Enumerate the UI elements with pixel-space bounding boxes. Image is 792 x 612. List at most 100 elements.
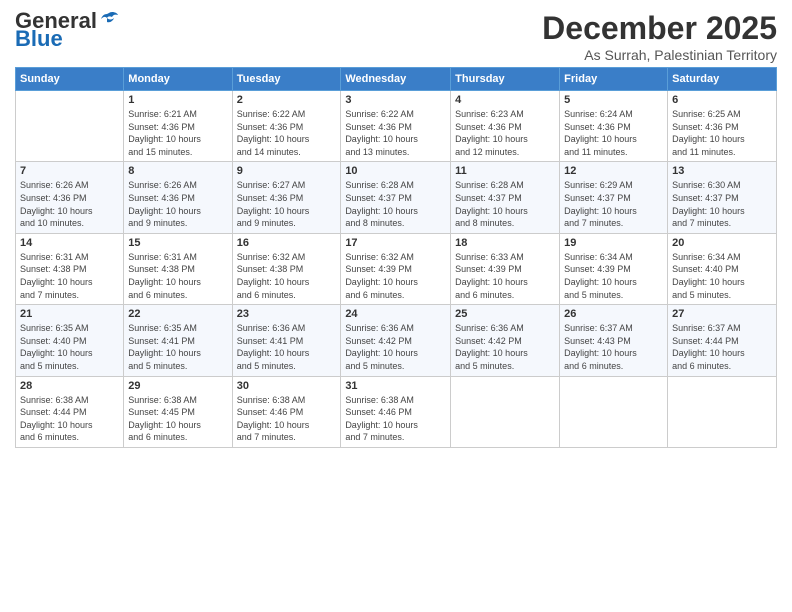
day-number: 17 <box>345 237 446 249</box>
calendar-weekday-header: Saturday <box>668 68 777 91</box>
day-info: Sunrise: 6:31 AM Sunset: 4:38 PM Dayligh… <box>128 251 227 301</box>
header: General Blue December 2025 As Surrah, Pa… <box>15 10 777 63</box>
calendar-day-cell: 2 Sunrise: 6:22 AM Sunset: 4:36 PM Daylig… <box>232 91 341 162</box>
day-number: 23 <box>237 308 337 320</box>
day-number: 9 <box>237 165 337 177</box>
day-info: Sunrise: 6:34 AM Sunset: 4:40 PM Dayligh… <box>672 251 772 301</box>
logo: General Blue <box>15 10 119 50</box>
calendar-day-cell: 13 Sunrise: 6:30 AM Sunset: 4:37 PM Dayli… <box>668 162 777 233</box>
day-number: 14 <box>20 237 119 249</box>
calendar-day-cell: 30 Sunrise: 6:38 AM Sunset: 4:46 PM Dayli… <box>232 376 341 447</box>
calendar-day-cell: 31 Sunrise: 6:38 AM Sunset: 4:46 PM Dayli… <box>341 376 451 447</box>
calendar-day-cell: 16 Sunrise: 6:32 AM Sunset: 4:38 PM Dayli… <box>232 233 341 304</box>
calendar-day-cell: 28Sunrise: 6:38 AM Sunset: 4:44 PM Dayli… <box>16 376 124 447</box>
calendar-week-row: 21Sunrise: 6:35 AM Sunset: 4:40 PM Dayli… <box>16 305 777 376</box>
calendar-day-cell: 6Sunrise: 6:25 AM Sunset: 4:36 PM Daylig… <box>668 91 777 162</box>
day-number: 4 <box>455 94 555 106</box>
calendar-day-cell: 7 Sunrise: 6:26 AM Sunset: 4:36 PM Daylig… <box>16 162 124 233</box>
calendar-day-cell: 3Sunrise: 6:22 AM Sunset: 4:36 PM Daylig… <box>341 91 451 162</box>
day-info: Sunrise: 6:38 AM Sunset: 4:44 PM Dayligh… <box>20 394 119 444</box>
calendar-day-cell <box>668 376 777 447</box>
day-info: Sunrise: 6:31 AM Sunset: 4:38 PM Dayligh… <box>20 251 119 301</box>
day-info: Sunrise: 6:21 AM Sunset: 4:36 PM Dayligh… <box>128 108 227 158</box>
day-info: Sunrise: 6:38 AM Sunset: 4:45 PM Dayligh… <box>128 394 227 444</box>
calendar-day-cell: 10 Sunrise: 6:28 AM Sunset: 4:37 PM Dayli… <box>341 162 451 233</box>
logo-bird-icon <box>99 11 119 27</box>
day-info: Sunrise: 6:37 AM Sunset: 4:44 PM Dayligh… <box>672 322 772 372</box>
calendar-table: SundayMondayTuesdayWednesdayThursdayFrid… <box>15 67 777 448</box>
day-number: 24 <box>345 308 446 320</box>
day-info: Sunrise: 6:26 AM Sunset: 4:36 PM Dayligh… <box>20 179 119 229</box>
day-number: 30 <box>237 380 337 392</box>
calendar-day-cell: 24 Sunrise: 6:36 AM Sunset: 4:42 PM Dayli… <box>341 305 451 376</box>
calendar-weekday-header: Sunday <box>16 68 124 91</box>
calendar-day-cell: 1 Sunrise: 6:21 AM Sunset: 4:36 PM Daylig… <box>124 91 232 162</box>
calendar-day-cell: 22Sunrise: 6:35 AM Sunset: 4:41 PM Dayli… <box>124 305 232 376</box>
calendar-day-cell: 18Sunrise: 6:33 AM Sunset: 4:39 PM Dayli… <box>451 233 560 304</box>
calendar-day-cell: 9 Sunrise: 6:27 AM Sunset: 4:36 PM Daylig… <box>232 162 341 233</box>
calendar-day-cell: 25Sunrise: 6:36 AM Sunset: 4:42 PM Dayli… <box>451 305 560 376</box>
day-number: 31 <box>345 380 446 392</box>
day-number: 5 <box>564 94 663 106</box>
calendar-week-row: 1 Sunrise: 6:21 AM Sunset: 4:36 PM Daylig… <box>16 91 777 162</box>
day-number: 19 <box>564 237 663 249</box>
day-info: Sunrise: 6:30 AM Sunset: 4:37 PM Dayligh… <box>672 179 772 229</box>
day-info: Sunrise: 6:33 AM Sunset: 4:39 PM Dayligh… <box>455 251 555 301</box>
day-info: Sunrise: 6:36 AM Sunset: 4:42 PM Dayligh… <box>345 322 446 372</box>
day-number: 12 <box>564 165 663 177</box>
day-number: 7 <box>20 165 119 177</box>
calendar-week-row: 14 Sunrise: 6:31 AM Sunset: 4:38 PM Dayli… <box>16 233 777 304</box>
calendar-weekday-header: Monday <box>124 68 232 91</box>
day-number: 8 <box>128 165 227 177</box>
calendar-day-cell: 8 Sunrise: 6:26 AM Sunset: 4:36 PM Daylig… <box>124 162 232 233</box>
calendar-weekday-header: Wednesday <box>341 68 451 91</box>
calendar-header-row: SundayMondayTuesdayWednesdayThursdayFrid… <box>16 68 777 91</box>
day-number: 11 <box>455 165 555 177</box>
day-number: 20 <box>672 237 772 249</box>
calendar-day-cell: 20 Sunrise: 6:34 AM Sunset: 4:40 PM Dayli… <box>668 233 777 304</box>
day-info: Sunrise: 6:32 AM Sunset: 4:38 PM Dayligh… <box>237 251 337 301</box>
title-area: December 2025 As Surrah, Palestinian Ter… <box>542 10 777 63</box>
calendar-weekday-header: Friday <box>560 68 668 91</box>
day-info: Sunrise: 6:23 AM Sunset: 4:36 PM Dayligh… <box>455 108 555 158</box>
calendar-day-cell <box>16 91 124 162</box>
day-number: 1 <box>128 94 227 106</box>
day-info: Sunrise: 6:38 AM Sunset: 4:46 PM Dayligh… <box>237 394 337 444</box>
calendar-day-cell: 23 Sunrise: 6:36 AM Sunset: 4:41 PM Dayli… <box>232 305 341 376</box>
location-subtitle: As Surrah, Palestinian Territory <box>542 47 777 63</box>
calendar-day-cell: 12 Sunrise: 6:29 AM Sunset: 4:37 PM Dayli… <box>560 162 668 233</box>
calendar-weekday-header: Tuesday <box>232 68 341 91</box>
calendar-week-row: 7 Sunrise: 6:26 AM Sunset: 4:36 PM Daylig… <box>16 162 777 233</box>
day-info: Sunrise: 6:26 AM Sunset: 4:36 PM Dayligh… <box>128 179 227 229</box>
day-number: 10 <box>345 165 446 177</box>
calendar-day-cell: 15Sunrise: 6:31 AM Sunset: 4:38 PM Dayli… <box>124 233 232 304</box>
calendar-day-cell: 5 Sunrise: 6:24 AM Sunset: 4:36 PM Daylig… <box>560 91 668 162</box>
day-info: Sunrise: 6:27 AM Sunset: 4:36 PM Dayligh… <box>237 179 337 229</box>
day-number: 16 <box>237 237 337 249</box>
calendar-weekday-header: Thursday <box>451 68 560 91</box>
day-info: Sunrise: 6:22 AM Sunset: 4:36 PM Dayligh… <box>237 108 337 158</box>
day-info: Sunrise: 6:24 AM Sunset: 4:36 PM Dayligh… <box>564 108 663 158</box>
day-number: 21 <box>20 308 119 320</box>
calendar-day-cell: 11 Sunrise: 6:28 AM Sunset: 4:37 PM Dayli… <box>451 162 560 233</box>
day-number: 2 <box>237 94 337 106</box>
day-info: Sunrise: 6:28 AM Sunset: 4:37 PM Dayligh… <box>455 179 555 229</box>
day-info: Sunrise: 6:36 AM Sunset: 4:41 PM Dayligh… <box>237 322 337 372</box>
day-info: Sunrise: 6:38 AM Sunset: 4:46 PM Dayligh… <box>345 394 446 444</box>
day-number: 26 <box>564 308 663 320</box>
day-info: Sunrise: 6:29 AM Sunset: 4:37 PM Dayligh… <box>564 179 663 229</box>
day-info: Sunrise: 6:28 AM Sunset: 4:37 PM Dayligh… <box>345 179 446 229</box>
month-title: December 2025 <box>542 10 777 47</box>
calendar-week-row: 28Sunrise: 6:38 AM Sunset: 4:44 PM Dayli… <box>16 376 777 447</box>
calendar-day-cell: 29 Sunrise: 6:38 AM Sunset: 4:45 PM Dayli… <box>124 376 232 447</box>
day-number: 6 <box>672 94 772 106</box>
day-number: 29 <box>128 380 227 392</box>
day-number: 13 <box>672 165 772 177</box>
day-info: Sunrise: 6:22 AM Sunset: 4:36 PM Dayligh… <box>345 108 446 158</box>
day-info: Sunrise: 6:34 AM Sunset: 4:39 PM Dayligh… <box>564 251 663 301</box>
day-number: 22 <box>128 308 227 320</box>
calendar-day-cell: 14 Sunrise: 6:31 AM Sunset: 4:38 PM Dayli… <box>16 233 124 304</box>
day-info: Sunrise: 6:32 AM Sunset: 4:39 PM Dayligh… <box>345 251 446 301</box>
day-info: Sunrise: 6:37 AM Sunset: 4:43 PM Dayligh… <box>564 322 663 372</box>
calendar-day-cell <box>560 376 668 447</box>
